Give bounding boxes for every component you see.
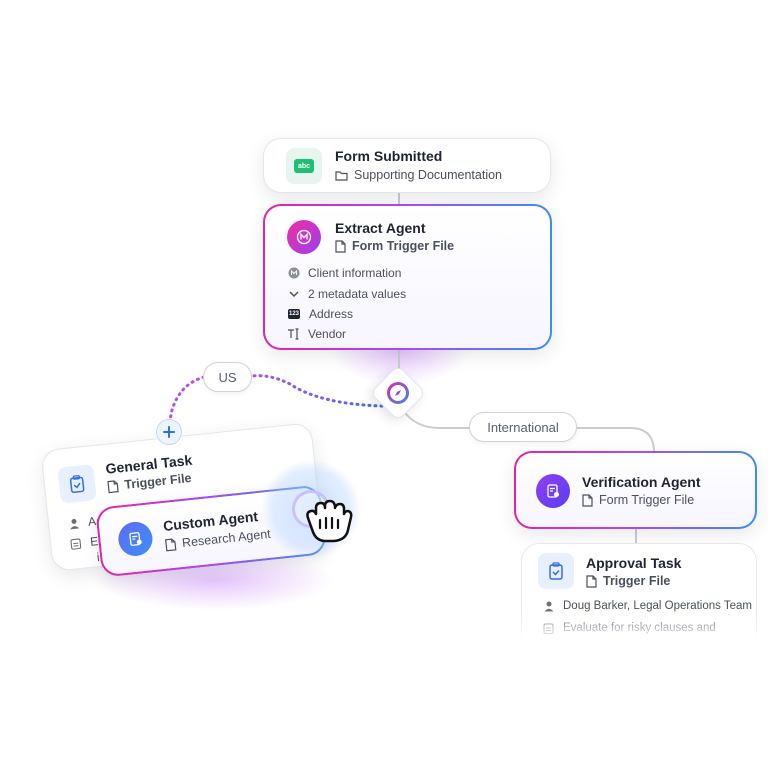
line-router-international [402, 409, 470, 429]
approval-task-title: Approval Task [586, 555, 682, 571]
file-icon [582, 493, 593, 507]
number-icon-label: 123 [287, 309, 300, 319]
agent-document-icon [547, 484, 559, 498]
add-step-button[interactable] [156, 419, 182, 445]
extract-agent-subtitle-text: Form Trigger File [352, 239, 455, 253]
field-address-text: Address [309, 307, 354, 321]
branch-us-pill[interactable]: US [203, 362, 252, 392]
clipboard-check-icon [549, 562, 563, 580]
file-icon [107, 479, 119, 493]
verification-agent-subtitle: Form Trigger File [582, 493, 694, 507]
form-icon-tile: abc [286, 148, 322, 184]
text-field-icon-label: abc [297, 162, 311, 170]
general-task-icon-tile [57, 464, 97, 504]
verification-agent-card[interactable]: Verification Agent Form Trigger File [514, 451, 757, 529]
plus-icon [163, 426, 175, 438]
grab-hand-cursor-icon [306, 499, 353, 543]
person-icon [542, 599, 555, 612]
custom-agent-avatar [116, 520, 155, 558]
branch-us-label: US [218, 369, 237, 385]
chevron-down-icon [287, 288, 300, 301]
clipboard-icon [69, 536, 83, 550]
general-task-subtitle-text: Trigger File [123, 470, 193, 492]
branch-international-pill[interactable]: International [469, 412, 577, 442]
agent-document-icon [129, 532, 142, 546]
text-type-icon [287, 328, 300, 341]
extract-agent-avatar [287, 220, 321, 254]
folder-icon [335, 170, 348, 181]
approval-task-assignee: Doug Barker, Legal Operations Team [542, 599, 752, 612]
approval-task-subtitle-text: Trigger File [603, 574, 671, 588]
field-address: 123 Address [287, 307, 353, 321]
verification-agent-title: Verification Agent [582, 474, 701, 490]
form-submitted-card[interactable]: abc Form Submitted Supporting Documentat… [263, 138, 551, 193]
approval-task-subtitle: Trigger File [586, 574, 670, 588]
person-icon [67, 516, 81, 530]
approval-task-assignee-text: Doug Barker, Legal Operations Team [563, 599, 753, 612]
field-vendor-text: Vendor [308, 327, 347, 341]
file-icon [586, 574, 597, 588]
text-field-icon: abc [294, 159, 314, 173]
form-submitted-subtitle-text: Supporting Documentation [354, 168, 503, 182]
field-metadata-values-text: 2 metadata values [308, 287, 407, 301]
line-us-plus [168, 375, 206, 422]
number-icon: 123 [287, 308, 301, 321]
agent-m-icon [296, 229, 312, 245]
line-international-verification [576, 427, 655, 453]
branch-international-label: International [487, 419, 559, 435]
file-icon [164, 538, 177, 551]
clipboard-icon [542, 621, 555, 634]
field-vendor: Vendor [287, 327, 346, 341]
agent-small-icon [287, 267, 300, 280]
extract-agent-title: Extract Agent [335, 220, 426, 236]
approval-task-card[interactable]: Approval Task Trigger File Doug Barker, … [521, 543, 757, 653]
form-submitted-subtitle: Supporting Documentation [335, 168, 502, 182]
field-client-information: Client information [287, 266, 401, 280]
extract-agent-card[interactable]: Extract Agent Form Trigger File Client i… [263, 204, 552, 350]
field-client-information-text: Client information [308, 266, 402, 280]
approval-task-instruction: Evaluate for risky clauses and [542, 621, 716, 634]
line-router-us [250, 374, 384, 408]
approval-task-icon-tile [538, 553, 574, 589]
approval-task-instruction-text: Evaluate for risky clauses and [563, 621, 716, 634]
workflow-canvas: abc Form Submitted Supporting Documentat… [0, 0, 768, 768]
general-task-instruction: E [69, 534, 99, 551]
verification-agent-avatar [536, 474, 570, 508]
file-icon [335, 239, 346, 253]
verification-agent-subtitle-text: Form Trigger File [599, 493, 695, 507]
compass-icon [387, 382, 409, 404]
extract-agent-subtitle: Form Trigger File [335, 239, 454, 253]
form-submitted-title: Form Submitted [335, 148, 443, 164]
clipboard-check-icon [69, 475, 85, 494]
field-metadata-values: 2 metadata values [287, 287, 406, 301]
